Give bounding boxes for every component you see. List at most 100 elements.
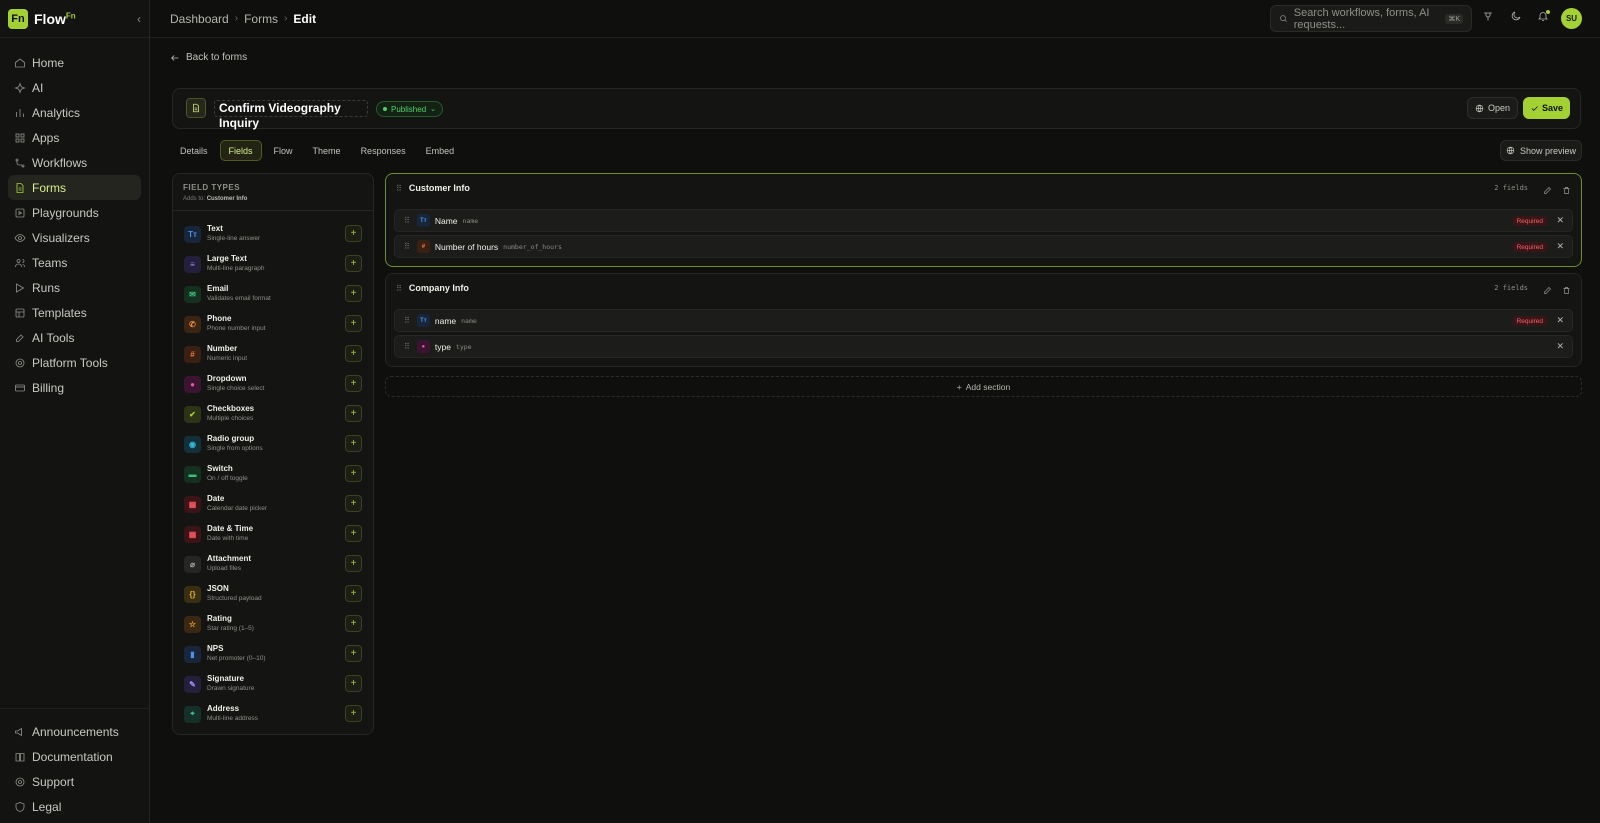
add-field-button[interactable]: + [345, 345, 362, 362]
sidebar-item-legal[interactable]: Legal [8, 794, 141, 819]
sidebar-item-platform-tools[interactable]: Platform Tools [8, 350, 141, 375]
sidebar-item-analytics[interactable]: Analytics [8, 100, 141, 125]
remove-field-icon[interactable]: ✕ [1556, 341, 1564, 352]
add-section-button[interactable]: + Add section [385, 376, 1582, 397]
add-field-button[interactable]: + [345, 225, 362, 242]
add-field-button[interactable]: + [345, 255, 362, 272]
add-field-button[interactable]: + [345, 465, 362, 482]
playground-icon [15, 208, 25, 217]
field-type-email[interactable]: ✉ Email Validates email format + [173, 279, 373, 309]
field-type-rating[interactable]: ☆ Rating Star rating (1–5) + [173, 609, 373, 639]
edit-icon[interactable] [1543, 183, 1553, 194]
search-input[interactable]: Search workflows, forms, AI requests... … [1270, 5, 1472, 32]
add-field-button[interactable]: + [345, 555, 362, 572]
remove-field-icon[interactable]: ✕ [1556, 241, 1564, 252]
field-type-attachment[interactable]: ⌀ Attachment Upload files + [173, 549, 373, 579]
add-field-button[interactable]: + [345, 675, 362, 692]
trash-icon[interactable] [1562, 283, 1572, 294]
field-type-number[interactable]: # Number Numeric input + [173, 339, 373, 369]
trash-icon[interactable] [1562, 183, 1572, 194]
form-title-input[interactable]: Confirm Videography Inquiry [214, 100, 368, 130]
add-field-button[interactable]: + [345, 375, 362, 392]
integrations-icon[interactable] [1482, 10, 1498, 26]
form-section[interactable]: ⠿ Company Info 2 fields ⠿ Tт name name Required… [385, 273, 1582, 367]
logo-mark[interactable]: Fn [8, 8, 28, 29]
sidebar-item-workflows[interactable]: Workflows [8, 150, 141, 175]
moon-icon[interactable] [1510, 10, 1526, 26]
field-type-text[interactable]: Tт Text Single-line answer + [173, 219, 373, 249]
sidebar-item-label: AI Tools [32, 330, 75, 345]
drag-handle-icon[interactable]: ⠿ [404, 316, 410, 325]
tab-responses[interactable]: Responses [353, 140, 414, 161]
avatar[interactable]: SU [1561, 8, 1582, 29]
field-type-desc: Star rating (1–5) [207, 625, 254, 632]
add-field-button[interactable]: + [345, 705, 362, 722]
sidebar-item-templates[interactable]: Templates [8, 300, 141, 325]
sidebar-item-home[interactable]: Home [8, 50, 141, 75]
remove-field-icon[interactable]: ✕ [1556, 215, 1564, 226]
field-row[interactable]: ⠿ ● type type ✕ [394, 335, 1573, 358]
back-to-forms-link[interactable]: Back to forms [170, 52, 247, 63]
field-type-address[interactable]: ⌖ Address Multi-line address + [173, 699, 373, 729]
breadcrumb-forms[interactable]: Forms [244, 12, 278, 26]
field-type-dropdown[interactable]: ● Dropdown Single choice select + [173, 369, 373, 399]
sidebar-item-runs[interactable]: Runs [8, 275, 141, 300]
sidebar-item-apps[interactable]: Apps [8, 125, 141, 150]
field-type-checkboxes[interactable]: ✔ Checkboxes Multiple choices + [173, 399, 373, 429]
sidebar-item-forms[interactable]: Forms [8, 175, 141, 200]
tab-details[interactable]: Details [172, 140, 216, 161]
field-type-switch[interactable]: ▬ Switch On / off toggle + [173, 459, 373, 489]
field-row[interactable]: ⠿ # Number of hours number_of_hours Required… [394, 235, 1573, 258]
field-row[interactable]: ⠿ Tт Name name Required ✕ [394, 209, 1573, 232]
save-button[interactable]: Save [1523, 97, 1570, 119]
form-section[interactable]: ⠿ Customer Info 2 fields ⠿ Tт Name name Require… [385, 173, 1582, 267]
add-field-button[interactable]: + [345, 585, 362, 602]
sidebar-item-billing[interactable]: Billing [8, 375, 141, 400]
status-badge[interactable]: Published ⌄ [376, 101, 444, 117]
chevron-left-icon[interactable]: ‹ [137, 12, 141, 26]
field-type-name: Number [207, 344, 238, 353]
field-type-phone[interactable]: ✆ Phone Phone number input + [173, 309, 373, 339]
tab-embed[interactable]: Embed [418, 140, 463, 161]
drag-handle-icon[interactable]: ⠿ [396, 184, 402, 193]
open-button[interactable]: Open [1467, 97, 1518, 119]
add-field-button[interactable]: + [345, 435, 362, 452]
remove-field-icon[interactable]: ✕ [1556, 315, 1564, 326]
field-type-radio-group[interactable]: ◉ Radio group Single from options + [173, 429, 373, 459]
tab-theme[interactable]: Theme [305, 140, 349, 161]
edit-icon[interactable] [1543, 283, 1553, 294]
sparkle-icon [14, 81, 26, 94]
add-field-button[interactable]: + [345, 315, 362, 332]
add-field-button[interactable]: + [345, 405, 362, 422]
field-type-date[interactable]: ▦ Date Calendar date picker + [173, 489, 373, 519]
sidebar-item-ai-tools[interactable]: AI Tools [8, 325, 141, 350]
field-type-large-text[interactable]: ≡ Large Text Multi-line paragraph + [173, 249, 373, 279]
add-field-button[interactable]: + [345, 615, 362, 632]
sidebar-item-support[interactable]: Support [8, 769, 141, 794]
add-field-button[interactable]: + [345, 645, 362, 662]
field-type-nps[interactable]: ▮ NPS Net promoter (0–10) + [173, 639, 373, 669]
add-field-button[interactable]: + [345, 525, 362, 542]
sidebar-item-documentation[interactable]: Documentation [8, 744, 141, 769]
tab-flow[interactable]: Flow [266, 140, 301, 161]
add-field-button[interactable]: + [345, 285, 362, 302]
field-type-signature[interactable]: ✎ Signature Drawn signature + [173, 669, 373, 699]
drag-handle-icon[interactable]: ⠿ [404, 216, 410, 225]
sidebar-item-ai[interactable]: AI [8, 75, 141, 100]
sidebar-item-playgrounds[interactable]: Playgrounds [8, 200, 141, 225]
sidebar-item-teams[interactable]: Teams [8, 250, 141, 275]
eye-icon [14, 233, 26, 242]
sidebar-item-announcements[interactable]: Announcements [8, 719, 141, 744]
tab-fields[interactable]: Fields [219, 140, 262, 161]
field-row[interactable]: ⠿ Tт name name Required ✕ [394, 309, 1573, 332]
breadcrumb-dashboard[interactable]: Dashboard [170, 12, 229, 26]
field-type-json[interactable]: {} JSON Structured payload + [173, 579, 373, 609]
bell-icon[interactable] [1537, 10, 1553, 26]
drag-handle-icon[interactable]: ⠿ [404, 242, 410, 251]
field-type-date-time[interactable]: ▦ Date & Time Date with time + [173, 519, 373, 549]
sidebar-item-visualizers[interactable]: Visualizers [8, 225, 141, 250]
add-field-button[interactable]: + [345, 495, 362, 512]
show-preview-button[interactable]: Show preview [1500, 140, 1582, 161]
drag-handle-icon[interactable]: ⠿ [404, 342, 410, 351]
drag-handle-icon[interactable]: ⠿ [396, 284, 402, 293]
